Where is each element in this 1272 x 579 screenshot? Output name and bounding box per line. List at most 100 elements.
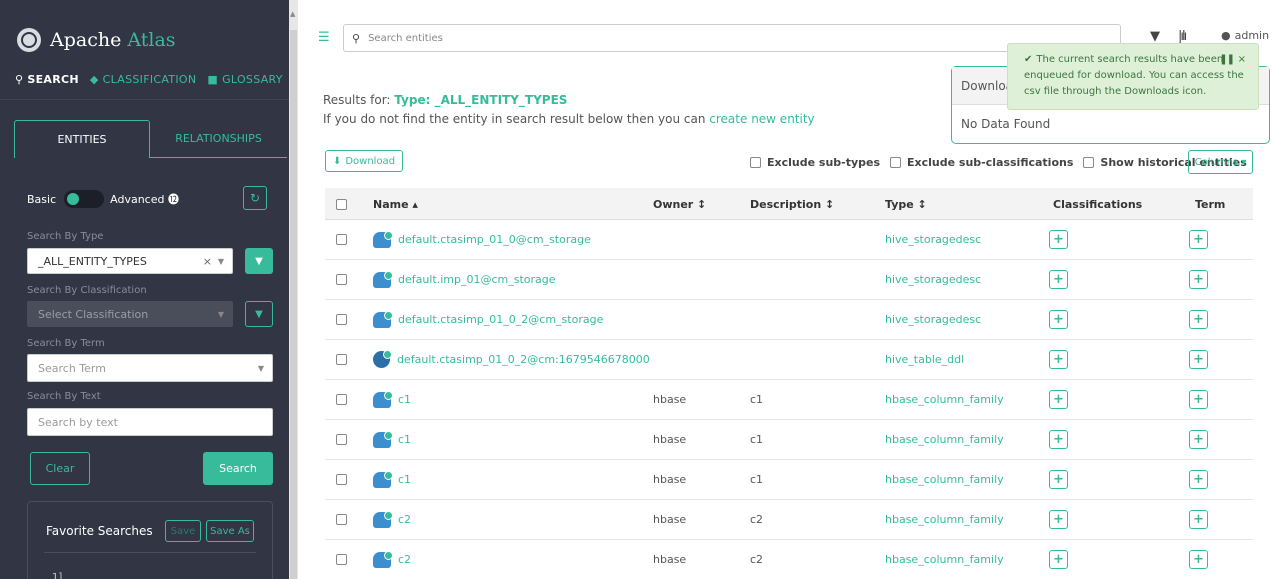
save-button[interactable]: Save xyxy=(165,520,201,542)
checkbox[interactable] xyxy=(1083,157,1095,168)
row-checkbox[interactable] xyxy=(336,420,353,459)
entity-name-link[interactable]: default.imp_01@cm_storage xyxy=(373,260,556,299)
checkbox[interactable] xyxy=(336,234,347,245)
checkbox[interactable] xyxy=(336,394,347,405)
plus-icon[interactable]: + xyxy=(1049,270,1068,289)
plus-icon[interactable]: + xyxy=(1049,550,1068,569)
favorite-item[interactable]: 1] xyxy=(52,572,62,579)
column-header-type[interactable]: Type ↕ xyxy=(885,188,927,220)
add-classification-button[interactable]: + xyxy=(1049,260,1068,299)
classification-select[interactable]: Select Classification ▼ xyxy=(27,301,233,327)
scrollbar-thumb[interactable] xyxy=(290,30,297,579)
entity-type-link[interactable]: hive_table_ddl xyxy=(885,340,964,379)
column-header-description[interactable]: Description ↕ xyxy=(750,188,834,220)
nav-glossary[interactable]: ■ GLOSSARY xyxy=(207,73,282,86)
entity-name-link[interactable]: default.ctasimp_01_0_2@cm_storage xyxy=(373,300,603,339)
nav-search[interactable]: ⚲ SEARCH xyxy=(15,73,79,86)
entity-name-link[interactable]: default.ctasimp_01_0@cm_storage xyxy=(373,220,591,259)
exclude-subclassifications-checkbox[interactable]: Exclude sub-classifications xyxy=(890,156,1073,169)
add-classification-button[interactable]: + xyxy=(1049,340,1068,379)
tab-entities[interactable]: ENTITIES xyxy=(14,120,150,158)
entity-name-link[interactable]: c2 xyxy=(373,500,411,539)
plus-icon[interactable]: + xyxy=(1189,270,1208,289)
entity-name-link[interactable]: c1 xyxy=(373,460,411,499)
entity-type-link[interactable]: hive_storagedesc xyxy=(885,300,981,339)
row-checkbox[interactable] xyxy=(336,300,353,339)
plus-icon[interactable]: + xyxy=(1049,350,1068,369)
plus-icon[interactable]: + xyxy=(1049,510,1068,529)
select-all-checkbox[interactable] xyxy=(336,188,353,220)
user-menu[interactable]: ● admin xyxy=(1221,29,1269,42)
plus-icon[interactable]: + xyxy=(1189,470,1208,489)
plus-icon[interactable]: + xyxy=(1189,230,1208,249)
checkbox[interactable] xyxy=(336,274,347,285)
entity-name-link[interactable]: c1 xyxy=(373,420,411,459)
sidebar-scrollbar[interactable]: ▲ xyxy=(289,0,298,579)
add-term-button[interactable]: + xyxy=(1189,420,1208,459)
refresh-button[interactable]: ↻ xyxy=(243,186,267,210)
plus-icon[interactable]: + xyxy=(1189,350,1208,369)
clear-icon[interactable]: × xyxy=(203,255,212,268)
close-icon[interactable]: × xyxy=(1238,52,1246,68)
add-term-button[interactable]: + xyxy=(1189,340,1208,379)
download-icon[interactable]: ▼ xyxy=(1150,29,1160,44)
entity-type-link[interactable]: hbase_column_family xyxy=(885,500,1004,539)
statistics-icon[interactable]: |ılı xyxy=(1178,29,1187,44)
exclude-subtypes-checkbox[interactable]: Exclude sub-types xyxy=(750,156,880,169)
add-classification-button[interactable]: + xyxy=(1049,380,1068,419)
row-checkbox[interactable] xyxy=(336,220,353,259)
plus-icon[interactable]: + xyxy=(1189,310,1208,329)
plus-icon[interactable]: + xyxy=(1049,430,1068,449)
column-header-name[interactable]: Name ▴ xyxy=(373,188,418,220)
checkbox[interactable] xyxy=(336,514,347,525)
plus-icon[interactable]: + xyxy=(1189,390,1208,409)
add-classification-button[interactable]: + xyxy=(1049,220,1068,259)
entity-type-link[interactable]: hbase_column_family xyxy=(885,420,1004,459)
entity-name-link[interactable]: c1 xyxy=(373,380,411,419)
plus-icon[interactable]: + xyxy=(1049,310,1068,329)
row-checkbox[interactable] xyxy=(336,260,353,299)
entity-name-link[interactable]: default.ctasimp_01_0_2@cm:1679546678000 xyxy=(373,340,650,379)
add-classification-button[interactable]: + xyxy=(1049,500,1068,539)
row-checkbox[interactable] xyxy=(336,380,353,419)
entity-type-link[interactable]: hive_storagedesc xyxy=(885,220,981,259)
entity-type-link[interactable]: hbase_column_family xyxy=(885,540,1004,579)
add-term-button[interactable]: + xyxy=(1189,300,1208,339)
row-checkbox[interactable] xyxy=(336,500,353,539)
pause-icon[interactable]: ❚❚ xyxy=(1219,52,1235,68)
nav-classification[interactable]: ◆ CLASSIFICATION xyxy=(90,73,197,86)
checkbox[interactable] xyxy=(750,157,761,168)
column-header-owner[interactable]: Owner ↕ xyxy=(653,188,706,220)
download-button[interactable]: ⬇ Download xyxy=(325,150,403,172)
columns-button[interactable]: Columns ▾ xyxy=(1188,150,1253,174)
save-as-button[interactable]: Save As xyxy=(206,520,254,542)
plus-icon[interactable]: + xyxy=(1049,470,1068,489)
add-term-button[interactable]: + xyxy=(1189,380,1208,419)
tab-relationships[interactable]: RELATIONSHIPS xyxy=(150,120,287,158)
entity-type-link[interactable]: hive_storagedesc xyxy=(885,260,981,299)
add-term-button[interactable]: + xyxy=(1189,540,1208,579)
checkbox[interactable] xyxy=(336,434,347,445)
add-classification-button[interactable]: + xyxy=(1049,540,1068,579)
entity-type-link[interactable]: hbase_column_family xyxy=(885,460,1004,499)
checkbox[interactable] xyxy=(336,474,347,485)
add-classification-button[interactable]: + xyxy=(1049,420,1068,459)
text-search-input[interactable]: Search by text xyxy=(27,408,273,436)
add-classification-button[interactable]: + xyxy=(1049,300,1068,339)
plus-icon[interactable]: + xyxy=(1189,510,1208,529)
checkbox[interactable] xyxy=(336,554,347,565)
type-select[interactable]: _ALL_ENTITY_TYPES × ▼ xyxy=(27,248,233,274)
checkbox[interactable] xyxy=(336,198,347,210)
add-term-button[interactable]: + xyxy=(1189,260,1208,299)
checkbox[interactable] xyxy=(890,157,902,168)
brand[interactable]: Apache Atlas xyxy=(17,28,176,52)
row-checkbox[interactable] xyxy=(336,540,353,579)
plus-icon[interactable]: + xyxy=(1049,230,1068,249)
classification-filter-button[interactable]: ▼ xyxy=(245,301,273,327)
add-term-button[interactable]: + xyxy=(1189,220,1208,259)
checkbox[interactable] xyxy=(336,354,347,365)
add-term-button[interactable]: + xyxy=(1189,500,1208,539)
term-select[interactable]: Search Term ▼ xyxy=(27,354,273,382)
menu-icon[interactable]: ☰ xyxy=(318,30,330,45)
add-term-button[interactable]: + xyxy=(1189,460,1208,499)
